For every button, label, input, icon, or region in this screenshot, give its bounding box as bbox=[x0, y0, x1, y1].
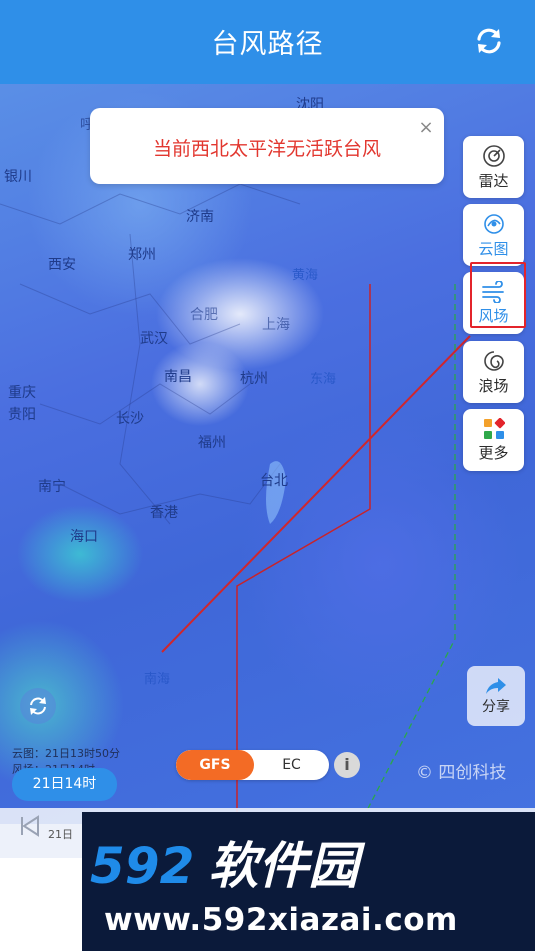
city-label: 台北 bbox=[260, 473, 288, 489]
cloud-time: 云图：21日13时50分 bbox=[12, 747, 120, 760]
close-icon[interactable]: × bbox=[416, 118, 436, 138]
city-label: 长沙 bbox=[116, 411, 144, 427]
info-icon[interactable]: i bbox=[334, 752, 360, 778]
share-button[interactable]: 分享 bbox=[467, 666, 525, 726]
radar-icon bbox=[482, 144, 505, 167]
promo-brand-number: 592 bbox=[90, 837, 195, 895]
city-label: 银川 bbox=[4, 169, 32, 185]
city-label: 福州 bbox=[198, 435, 226, 451]
city-label: 南宁 bbox=[38, 479, 66, 495]
radar-button[interactable]: 雷达 bbox=[463, 136, 524, 198]
no-typhoon-notice: 当前西北太平洋无活跃台风 × bbox=[90, 108, 444, 184]
tool-label: 更多 bbox=[478, 443, 509, 462]
prev-icon[interactable] bbox=[18, 814, 42, 838]
more-button[interactable]: 更多 bbox=[463, 409, 524, 471]
refresh-icon bbox=[477, 28, 501, 54]
wave-field-button[interactable]: 浪场 bbox=[463, 341, 524, 403]
promo-banner: 592 软件园 www.592xiazai.com bbox=[82, 812, 535, 951]
city-label: 重庆 bbox=[8, 385, 36, 401]
promo-brand-text: 软件园 bbox=[208, 837, 359, 895]
current-time-bubble: 21日14时 bbox=[12, 768, 117, 801]
weather-map[interactable]: 沈阳 银川 呼和浩特 济南 郑州 西安 合肥 武汉 上海 南昌 杭州 重庆 贵阳… bbox=[0, 84, 535, 824]
app-header: 台风路径 bbox=[0, 0, 535, 84]
map-overlay bbox=[0, 183, 471, 824]
wave-icon bbox=[483, 350, 504, 371]
model-toggle: GFS EC bbox=[176, 750, 329, 780]
timeline-tick: 21日 bbox=[48, 828, 73, 841]
tool-label: 云图 bbox=[478, 239, 509, 258]
more-icon bbox=[483, 417, 505, 439]
notice-text: 当前西北太平洋无活跃台风 bbox=[152, 138, 381, 160]
share-label: 分享 bbox=[482, 699, 510, 715]
gfs-option[interactable]: GFS bbox=[176, 750, 254, 780]
sea-label: 东海 bbox=[310, 372, 337, 387]
city-label: 南昌 bbox=[164, 369, 192, 385]
satellite-icon bbox=[483, 213, 504, 234]
satellite-button[interactable]: 云图 bbox=[463, 204, 524, 266]
city-label: 郑州 bbox=[128, 247, 156, 263]
sea-label: 南海 bbox=[144, 672, 171, 687]
watermark: © 四创科技 bbox=[416, 763, 507, 783]
city-label: 武汉 bbox=[140, 331, 168, 347]
refresh-icon bbox=[30, 697, 46, 715]
city-label: 贵阳 bbox=[8, 407, 36, 423]
city-label: 杭州 bbox=[240, 371, 268, 387]
promo-brand: 592 软件园 bbox=[90, 826, 358, 898]
city-label: 香港 bbox=[150, 505, 178, 521]
city-label: 合肥 bbox=[190, 307, 218, 323]
city-label: 西安 bbox=[48, 257, 76, 273]
ec-option[interactable]: EC bbox=[254, 750, 329, 780]
city-label: 海口 bbox=[70, 529, 98, 545]
promo-url: www.592xiazai.com bbox=[104, 902, 458, 938]
city-label: 济南 bbox=[186, 209, 214, 225]
refresh-button[interactable] bbox=[470, 22, 508, 60]
tool-label: 雷达 bbox=[478, 171, 509, 190]
share-icon bbox=[486, 678, 506, 694]
city-label: 上海 bbox=[262, 317, 290, 333]
page-title: 台风路径 bbox=[211, 29, 324, 60]
sea-label: 黄海 bbox=[292, 268, 319, 283]
map-refresh-button[interactable] bbox=[20, 688, 56, 724]
wind-field-highlight bbox=[470, 262, 526, 328]
tool-label: 浪场 bbox=[478, 376, 509, 395]
